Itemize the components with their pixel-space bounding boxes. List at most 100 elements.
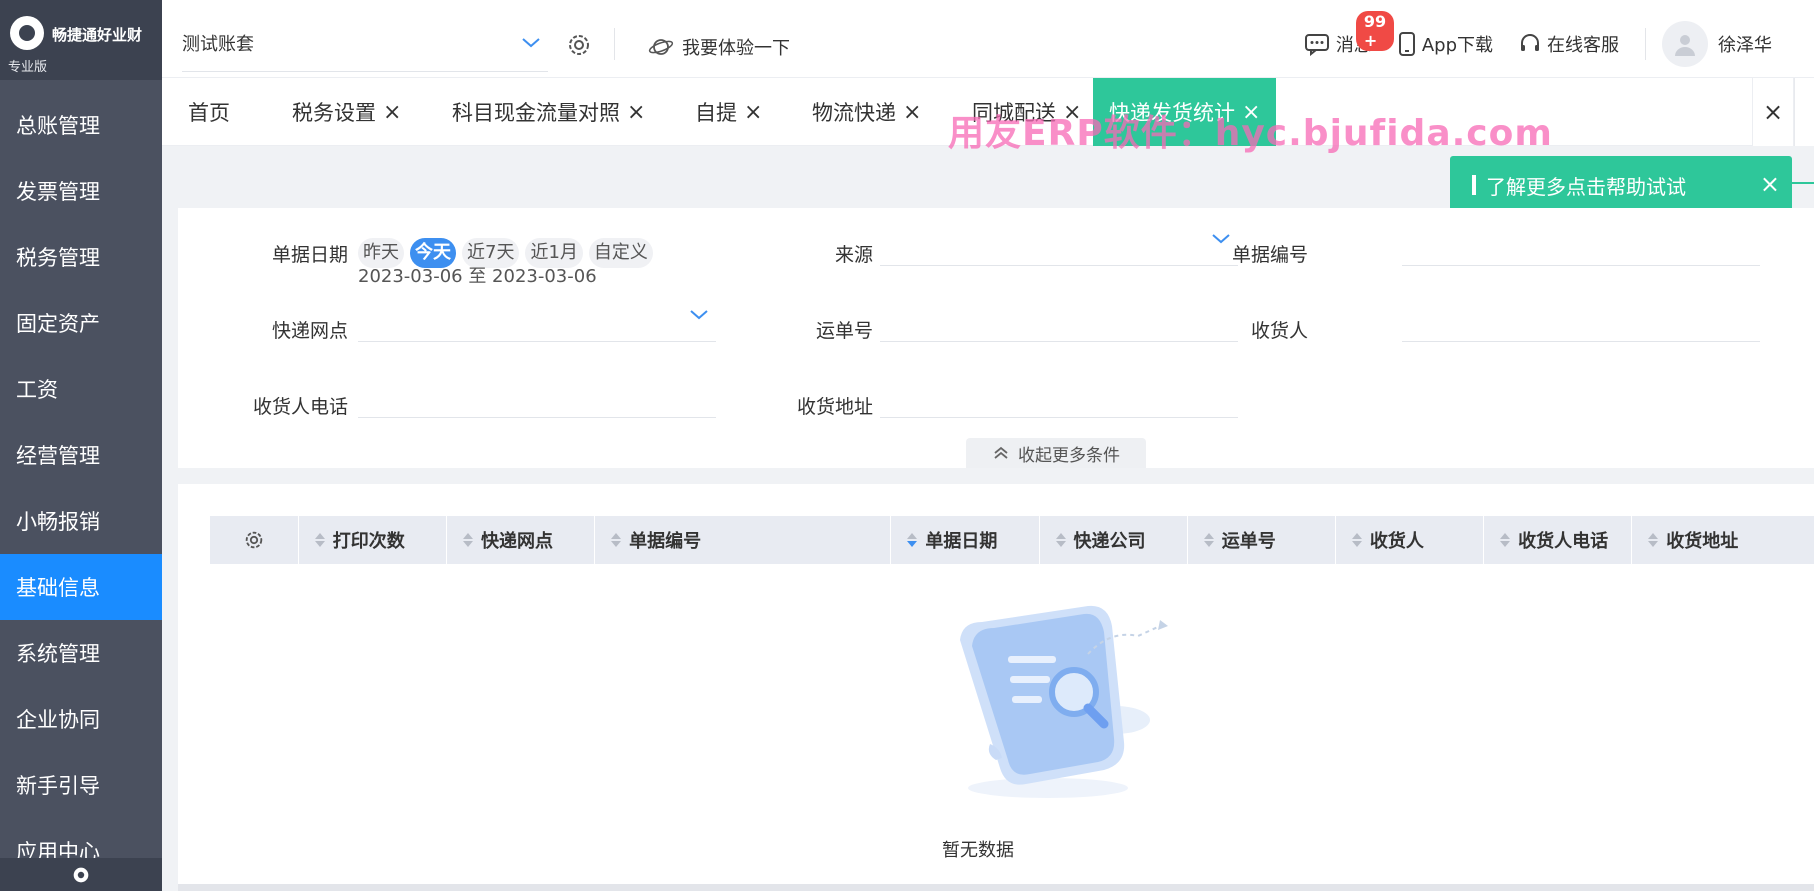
help-bar <box>1472 175 1476 195</box>
column-header-address[interactable]: 收货地址 <box>1632 516 1814 564</box>
planet-icon <box>648 39 674 55</box>
waybill-label: 运单号 <box>815 320 873 342</box>
chevron-down-icon <box>690 310 708 320</box>
sort-icon <box>1351 533 1362 547</box>
outlet-select[interactable] <box>358 302 716 342</box>
tab-label: 税务设置 <box>292 101 376 125</box>
top-header: 测试账套 我要体验一下 消息 99 + App下载 在线客服 徐泽华 <box>162 0 1814 78</box>
collapse-conditions-button[interactable]: 收起更多条件 <box>966 438 1146 468</box>
tab-label: 首页 <box>188 101 230 125</box>
column-label: 收货人 <box>1369 531 1424 552</box>
tab-label: 同城配送 <box>972 101 1056 125</box>
tab-cashflow-mapping[interactable]: 科目现金流量对照 × <box>452 78 645 146</box>
column-header-waybill[interactable]: 运单号 <box>1188 516 1336 564</box>
help-notice[interactable]: 了解更多点击帮助试试 × <box>1450 156 1792 214</box>
tab-close-icon[interactable]: × <box>903 100 921 125</box>
sidebar: 畅捷通好业财 专业版 总账管理 发票管理 税务管理 固定资产 工资 经营管理 小… <box>0 0 162 891</box>
date-label: 单据日期 <box>271 244 348 266</box>
sort-icon <box>314 533 325 547</box>
column-header-doc-date[interactable]: 单据日期 <box>891 516 1040 564</box>
column-header-print-count[interactable]: 打印次数 <box>299 516 447 564</box>
tab-label: 快递发货统计 <box>1109 101 1235 125</box>
tab-label: 物流快递 <box>812 101 896 125</box>
help-text: 了解更多点击帮助试试 <box>1486 174 1686 199</box>
tab-close-icon[interactable]: × <box>383 100 401 125</box>
gear-icon[interactable] <box>70 864 92 886</box>
avatar[interactable] <box>1662 21 1708 67</box>
sidebar-item-payroll[interactable]: 工资 <box>0 356 162 422</box>
doc-no-input[interactable] <box>1402 226 1760 266</box>
tab-close-icon[interactable]: × <box>1063 100 1081 125</box>
brand-name: 畅捷通好业财 <box>52 26 143 44</box>
column-header-receiver[interactable]: 收货人 <box>1336 516 1485 564</box>
sort-icon <box>907 533 918 547</box>
tab-self-pickup[interactable]: 自提 × <box>695 78 762 146</box>
chevron-up-icon <box>994 446 1008 459</box>
sort-icon <box>1203 533 1214 547</box>
horizontal-scrollbar[interactable] <box>178 884 1814 891</box>
address-input[interactable] <box>880 378 1238 418</box>
headset-icon <box>1521 34 1539 51</box>
column-header-courier[interactable]: 快递公司 <box>1040 516 1188 564</box>
receiver-input[interactable] <box>1402 302 1760 342</box>
table-panel: 打印次数 快递网点 单据编号 单据日期 快递公司 运单号 收货人 收货人电话 收… <box>178 484 1814 891</box>
date-option-custom[interactable]: 自定义 <box>588 238 653 268</box>
online-service-label: 在线客服 <box>1547 35 1619 56</box>
table-header: 打印次数 快递网点 单据编号 单据日期 快递公司 运单号 收货人 收货人电话 收… <box>210 516 1814 564</box>
column-label: 打印次数 <box>332 531 405 552</box>
sidebar-item-tax[interactable]: 税务管理 <box>0 224 162 290</box>
sidebar-item-collaboration[interactable]: 企业协同 <box>0 686 162 752</box>
tab-home[interactable]: 首页 <box>188 78 230 146</box>
receiver-phone-input[interactable] <box>358 378 716 418</box>
sidebar-item-invoice[interactable]: 发票管理 <box>0 158 162 224</box>
column-label: 运单号 <box>1221 531 1276 552</box>
tab-close-icon[interactable]: × <box>744 100 762 125</box>
header-divider-right <box>1645 28 1646 60</box>
sidebar-item-operations[interactable]: 经营管理 <box>0 422 162 488</box>
tab-close-icon[interactable]: × <box>627 100 645 125</box>
doc-no-label: 单据编号 <box>1231 244 1308 266</box>
header-actions: 消息 99 + App下载 在线客服 徐泽华 <box>1304 11 1814 67</box>
account-select[interactable]: 测试账套 <box>182 30 548 72</box>
settings-gear-icon[interactable] <box>566 32 592 58</box>
close-all-tabs-button[interactable]: × <box>1752 78 1794 146</box>
account-name: 测试账套 <box>182 34 254 55</box>
sidebar-item-general-ledger[interactable]: 总账管理 <box>0 92 162 158</box>
user-icon <box>1675 35 1695 56</box>
column-header-receiver-phone[interactable]: 收货人电话 <box>1484 516 1633 564</box>
date-range[interactable]: 2023-03-06 至 2023-03-06 <box>358 262 597 288</box>
sort-icon <box>611 533 622 547</box>
app-download-button[interactable]: App下载 <box>1398 31 1493 57</box>
sidebar-item-guide[interactable]: 新手引导 <box>0 752 162 818</box>
username[interactable]: 徐泽华 <box>1718 31 1772 57</box>
sidebar-item-expense[interactable]: 小畅报销 <box>0 488 162 554</box>
column-header-doc-no[interactable]: 单据编号 <box>595 516 892 564</box>
messages-button[interactable]: 消息 99 + <box>1304 11 1395 57</box>
phone-icon <box>1398 32 1415 56</box>
tab-close-icon[interactable]: × <box>1242 100 1260 125</box>
column-settings-button[interactable] <box>210 516 299 564</box>
close-icon[interactable]: × <box>1760 170 1780 198</box>
tab-express-shipping-stats[interactable]: 快递发货统计 × <box>1093 78 1277 146</box>
tab-city-delivery[interactable]: 同城配送 × <box>972 78 1081 146</box>
sort-icon <box>462 533 473 547</box>
tab-scroll-right[interactable] <box>1794 78 1814 146</box>
trial-button[interactable]: 我要体验一下 <box>648 34 790 60</box>
tab-label: 自提 <box>695 101 737 125</box>
tab-logistics[interactable]: 物流快递 × <box>812 78 921 146</box>
receiver-phone-label: 收货人电话 <box>252 396 348 418</box>
sidebar-item-fixed-assets[interactable]: 固定资产 <box>0 290 162 356</box>
tab-tax-settings[interactable]: 税务设置 × <box>292 78 401 146</box>
address-label: 收货地址 <box>796 396 873 418</box>
sidebar-item-basic-info[interactable]: 基础信息 <box>0 554 162 620</box>
empty-data-text: 暂无数据 <box>942 840 1014 861</box>
sort-icon <box>1055 533 1066 547</box>
online-service-button[interactable]: 在线客服 <box>1519 31 1619 57</box>
sidebar-footer <box>0 858 162 891</box>
outlet-label: 快递网点 <box>271 320 348 342</box>
receiver-label: 收货人 <box>1250 320 1308 342</box>
sidebar-item-system[interactable]: 系统管理 <box>0 620 162 686</box>
column-header-outlet[interactable]: 快递网点 <box>447 516 596 564</box>
tab-bar: 首页 税务设置 × 科目现金流量对照 × 自提 × 物流快递 × 同城配送 × 快递发货统… <box>162 78 1814 146</box>
sort-icon <box>1500 533 1511 547</box>
